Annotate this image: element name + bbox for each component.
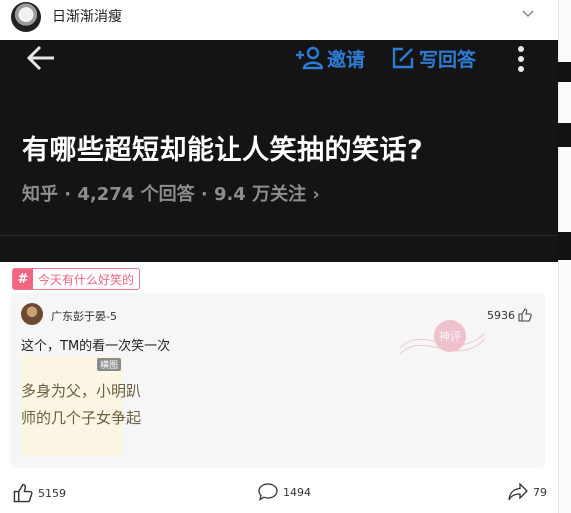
stamp-watermark: 神评: [399, 320, 486, 355]
answer-like-count: 5936: [487, 308, 515, 322]
back-arrow-icon[interactable]: [26, 44, 56, 72]
svg-text:神评: 神评: [439, 329, 461, 343]
answer-snippet[interactable]: 这个，TM的看一次笑一次: [21, 335, 170, 354]
answer-thumbnail[interactable]: [21, 356, 123, 456]
hashtag-icon: #: [13, 269, 33, 289]
author-name[interactable]: 广东彭于晏-5: [51, 308, 117, 324]
write-answer-label: 写回答: [419, 48, 477, 71]
thumbs-up-icon: [13, 483, 33, 503]
account-name: 日渐渐消瘦: [52, 9, 122, 25]
topic-label: 今天有什么好笑的: [38, 272, 135, 287]
author-avatar[interactable]: [21, 303, 43, 325]
add-user-icon: [296, 46, 323, 70]
edit-icon: [392, 47, 414, 69]
chevron-down-icon[interactable]: [521, 6, 535, 20]
question-title[interactable]: 有哪些超短却能让人笑抽的笑话?: [22, 128, 423, 167]
divider: [0, 235, 558, 236]
answer-likes[interactable]: 5936: [487, 308, 532, 322]
top-bar: 日渐渐消瘦: [0, 0, 558, 38]
share-button[interactable]: 79: [508, 483, 547, 501]
comment-button[interactable]: 1494: [258, 483, 311, 501]
user-avatar[interactable]: [11, 2, 41, 32]
question-meta[interactable]: 知乎 · 4,274 个回答 · 9.4 万关注 ›: [22, 180, 320, 206]
edge-segment: [558, 123, 571, 147]
thumbnail-text-line: 师的几个子女争起: [21, 409, 142, 427]
topic-tag[interactable]: # 今天有什么好笑的: [12, 268, 141, 290]
share-count: 79: [533, 485, 547, 499]
like-count: 5159: [38, 486, 66, 500]
like-button[interactable]: 5159: [13, 483, 66, 503]
more-vertical-icon[interactable]: [515, 45, 527, 73]
write-answer-button[interactable]: 写回答: [391, 45, 476, 71]
invite-label: 邀请: [327, 48, 366, 71]
thumbs-up-icon: [518, 308, 532, 322]
edge-segment: [558, 232, 571, 260]
invite-button[interactable]: 邀请: [295, 45, 365, 71]
edge-segment: [558, 62, 571, 82]
share-icon: [508, 483, 528, 501]
thumbnail-text-line: 多身为父，小明趴: [21, 382, 142, 400]
comment-icon: [258, 483, 278, 501]
comment-count: 1494: [283, 485, 311, 499]
image-orientation-badge: 横图: [97, 358, 121, 371]
